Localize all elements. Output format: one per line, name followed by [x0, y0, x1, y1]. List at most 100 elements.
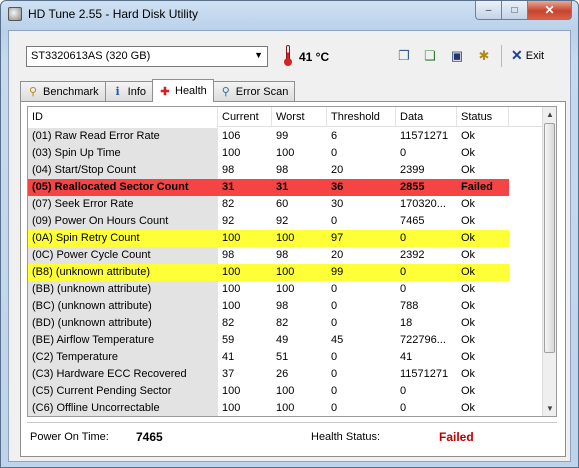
cell-raw-data: 0 — [400, 402, 407, 414]
cell-threshold-value: 0 — [331, 368, 338, 380]
table-row[interactable]: (B8) (unknown attribute) 100 100 99 0 Ok — [28, 264, 543, 281]
cell-status-value: Ok — [461, 283, 476, 295]
table-row[interactable]: (01) Raw Read Error Rate 106 99 6 11571271 Ok — [28, 128, 543, 145]
copy-screenshot-icon[interactable]: ❏ — [420, 46, 440, 66]
cell-threshold-value: 6 — [331, 130, 338, 142]
cell-attribute-id: (C3) Hardware ECC Recovered — [28, 366, 218, 383]
info-icon: i — [115, 85, 120, 98]
table-row[interactable]: (0A) Spin Retry Count 100 100 97 0 Ok — [28, 230, 543, 247]
vertical-scrollbar[interactable]: ▲ ▼ — [542, 107, 556, 416]
close-button[interactable]: ✕ — [528, 1, 572, 20]
cell-status-value: Ok — [461, 164, 476, 176]
copy-text-icon[interactable]: ❐ — [394, 46, 414, 66]
table-row[interactable]: (C3) Hardware ECC Recovered 37 26 0 11571271… — [28, 366, 543, 383]
cell-raw-data: 7465 — [400, 215, 425, 227]
cell-raw-data: 2855 — [396, 179, 457, 196]
title-bar[interactable]: HD Tune 2.55 - Hard Disk Utility – □ ✕ — [1, 1, 578, 28]
cell-attribute-id: (BE) Airflow Temperature — [28, 332, 218, 349]
table-row[interactable]: (BE) Airflow Temperature 59 49 45 722796... O… — [28, 332, 543, 349]
cell-threshold-value: 20 — [331, 164, 344, 176]
table-row[interactable]: (BD) (unknown attribute) 82 82 0 18 Ok — [28, 315, 543, 332]
cell-attribute-id: (0A) Spin Retry Count — [28, 230, 218, 247]
table-body: (01) Raw Read Error Rate 106 99 6 11571271 Ok… — [28, 128, 543, 416]
cell-current-value: 100 — [222, 147, 241, 159]
scroll-down-icon[interactable]: ▼ — [543, 401, 556, 416]
cell-attribute-id: (07) Seek Error Rate — [28, 196, 218, 213]
table-row[interactable]: (09) Power On Hours Count 92 92 0 7465 Ok — [28, 213, 543, 230]
table-row[interactable]: (C2) Temperature 41 51 0 41 Ok — [28, 349, 543, 366]
cell-current-value: 100 — [218, 230, 272, 247]
cell-threshold-value: 0 — [331, 402, 338, 414]
column-header-status[interactable]: Status — [457, 107, 509, 127]
cell-threshold-value: 45 — [331, 334, 344, 346]
table-row[interactable]: (C6) Offline Uncorrectable 100 100 0 0 Ok — [28, 400, 543, 416]
cell-worst-value: 100 — [276, 283, 295, 295]
cell-status-value: Ok — [457, 230, 509, 247]
tab-health[interactable]: ✚ Health — [152, 79, 214, 102]
cell-current-value: 100 — [222, 283, 241, 295]
cell-threshold-value: 99 — [327, 264, 396, 281]
table-row[interactable]: (BB) (unknown attribute) 100 100 0 0 Ok — [28, 281, 543, 298]
table-row[interactable]: (03) Spin Up Time 100 100 0 0 Ok — [28, 145, 543, 162]
gauge-icon: ⚲ — [28, 86, 38, 98]
toolbar-divider — [501, 45, 502, 67]
cell-status-value: Ok — [461, 300, 476, 312]
tab-health-label: Health — [175, 85, 207, 97]
cell-status-value: Ok — [461, 368, 476, 380]
cell-threshold-value: 0 — [331, 283, 338, 295]
table-row[interactable]: (05) Reallocated Sector Count 31 31 36 2855 F… — [28, 179, 543, 196]
cell-threshold-value: 20 — [331, 249, 344, 261]
cell-current-value: 82 — [222, 198, 235, 210]
cell-worst-value: 49 — [276, 334, 289, 346]
minimize-button[interactable]: – — [475, 1, 502, 20]
cell-status-value: Failed — [457, 179, 509, 196]
cell-worst-value: 82 — [276, 317, 289, 329]
cell-current-value: 100 — [222, 385, 241, 397]
column-header-threshold[interactable]: Threshold — [327, 107, 396, 127]
table-row[interactable]: (07) Seek Error Rate 82 60 30 170320... Ok — [28, 196, 543, 213]
cell-worst-value: 100 — [276, 402, 295, 414]
column-header-data[interactable]: Data — [396, 107, 457, 127]
cell-attribute-id: (B8) (unknown attribute) — [28, 264, 218, 281]
tab-benchmark[interactable]: ⚲ Benchmark — [20, 81, 106, 101]
table-row[interactable]: (C5) Current Pending Sector 100 100 0 0 Ok — [28, 383, 543, 400]
exit-button[interactable]: ✕ Exit — [511, 47, 544, 64]
table-row[interactable]: (BC) (unknown attribute) 100 98 0 788 Ok — [28, 298, 543, 315]
power-on-value: 7465 — [136, 430, 163, 444]
save-icon[interactable]: ▣ — [447, 46, 467, 66]
column-header-worst[interactable]: Worst — [272, 107, 327, 127]
cell-threshold-value: 0 — [331, 385, 338, 397]
column-header-id[interactable]: ID — [28, 107, 218, 127]
temperature-readout: 41 °C — [299, 50, 330, 64]
chevron-down-icon[interactable]: ▼ — [254, 50, 263, 60]
cell-status-value: Ok — [461, 334, 476, 346]
scroll-thumb[interactable] — [544, 123, 555, 353]
cell-threshold-value: 30 — [331, 198, 344, 210]
window-title: HD Tune 2.55 - Hard Disk Utility — [28, 7, 199, 21]
cell-worst-value: 26 — [276, 368, 289, 380]
thermometer-icon — [283, 44, 293, 68]
cell-threshold-value: 0 — [331, 351, 338, 363]
cell-worst-value: 100 — [272, 230, 327, 247]
cell-attribute-id: (C2) Temperature — [28, 349, 218, 366]
tab-error-scan[interactable]: ⚲ Error Scan — [212, 81, 296, 101]
maximize-button[interactable]: □ — [502, 1, 528, 20]
cell-raw-data: 18 — [400, 317, 413, 329]
options-icon[interactable]: ✱ — [474, 46, 494, 66]
cell-current-value: 31 — [218, 179, 272, 196]
scroll-up-icon[interactable]: ▲ — [543, 107, 556, 122]
cell-current-value: 59 — [222, 334, 235, 346]
cell-status-value: Ok — [461, 317, 476, 329]
cell-worst-value: 51 — [276, 351, 289, 363]
column-header-current[interactable]: Current — [218, 107, 272, 127]
cell-attribute-id: (C5) Current Pending Sector — [28, 383, 218, 400]
cell-raw-data: 722796... — [400, 334, 446, 346]
table-row[interactable]: (0C) Power Cycle Count 98 98 20 2392 Ok — [28, 247, 543, 264]
exit-label: Exit — [525, 49, 545, 62]
drive-select[interactable]: ST3320613AS (320 GB) ▼ — [26, 46, 268, 67]
table-row[interactable]: (04) Start/Stop Count 98 98 20 2399 Ok — [28, 162, 543, 179]
cell-worst-value: 98 — [276, 300, 289, 312]
smart-table[interactable]: ID Current Worst Threshold Data Status (… — [27, 106, 557, 417]
cell-worst-value: 92 — [276, 215, 289, 227]
tab-info[interactable]: i Info — [104, 81, 153, 101]
